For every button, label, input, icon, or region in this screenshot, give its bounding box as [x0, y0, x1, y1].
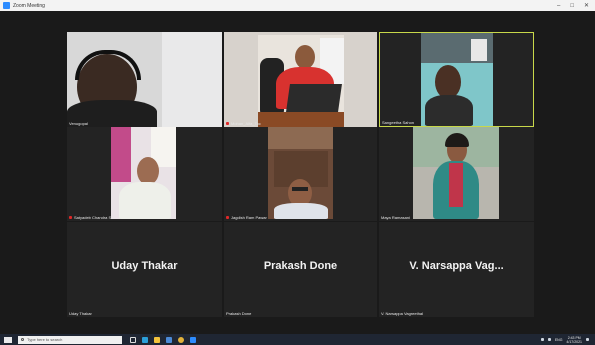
search-placeholder: Type here to search: [27, 337, 63, 342]
participant-video: [268, 127, 333, 219]
participant-name: V. Narsappa Vagreethal: [381, 311, 424, 316]
clock-time: 2:43 PM: [567, 335, 581, 340]
participant-video: [413, 127, 499, 219]
participant-name: Uday Thakar: [69, 311, 92, 316]
chrome-icon[interactable]: [178, 336, 184, 343]
muted-mic-icon: [226, 216, 229, 220]
participant-name: Maya Ramasani: [381, 215, 410, 220]
minimize-icon[interactable]: –: [557, 3, 560, 9]
window-title: Zoom Meeting: [13, 2, 45, 9]
windows-start-icon[interactable]: [4, 336, 12, 343]
system-tray: ENG 2:43 PM 4/17/2021: [540, 336, 589, 344]
participant-name: Prakash Done: [226, 311, 252, 316]
participant-tile[interactable]: Maya Ramasani: [379, 127, 534, 221]
participant-name: Jagdish Ram Pawar: [226, 215, 267, 220]
participant-name: Mohan_Alfa_Toc: [226, 121, 261, 126]
participant-tile[interactable]: V. Narsappa Vag... V. Narsappa Vagreetha…: [379, 222, 534, 317]
taskbar-search-box[interactable]: Type here to search: [18, 335, 122, 344]
muted-mic-icon: [226, 122, 229, 126]
maximize-icon[interactable]: □: [570, 3, 574, 9]
windows-taskbar: Type here to search ENG 2:43 PM 4/17/202…: [0, 334, 595, 345]
zoom-app-icon: [3, 2, 10, 9]
clock-date: 4/17/2021: [566, 339, 582, 344]
participant-display-name: Uday Thakar: [111, 260, 178, 272]
taskbar-clock[interactable]: 2:43 PM 4/17/2021: [566, 336, 582, 344]
edge-icon[interactable]: [142, 336, 148, 343]
participant-display-name: V. Narsappa Vag...: [409, 260, 504, 272]
participant-tile-active-speaker[interactable]: Sangeetha Sahon: [379, 32, 534, 127]
muted-mic-icon: [69, 216, 72, 220]
window-titlebar: Zoom Meeting – □ ✕: [0, 0, 595, 11]
search-icon: [21, 338, 24, 341]
meeting-gallery: Venugopal Mohan_Alfa_Toc Sangeetha Sahon: [0, 11, 595, 334]
volume-icon[interactable]: [547, 338, 551, 341]
zoom-taskbar-icon[interactable]: [190, 336, 196, 343]
file-explorer-icon[interactable]: [154, 336, 160, 343]
close-icon[interactable]: ✕: [584, 3, 589, 9]
participant-tile[interactable]: Uday Thakar Uday Thakar: [67, 222, 222, 317]
participant-tile[interactable]: Mohan_Alfa_Toc: [224, 32, 377, 127]
participant-tile[interactable]: Prakash Done Prakash Done: [224, 222, 377, 317]
participant-name: Sangeetha Sahon: [382, 120, 415, 125]
participant-name: Satyadeb Chandra Sa: [69, 215, 113, 220]
language-indicator[interactable]: ENG: [555, 338, 563, 342]
participant-video: [111, 127, 176, 219]
participant-tile[interactable]: Venugopal: [67, 32, 222, 127]
network-icon[interactable]: [540, 338, 544, 341]
participant-name: Venugopal: [69, 121, 88, 126]
participant-video: [224, 32, 377, 127]
participant-tile[interactable]: Satyadeb Chandra Sa: [67, 127, 222, 221]
task-view-icon[interactable]: [130, 336, 136, 343]
participant-video: [67, 32, 222, 127]
notification-icon[interactable]: [586, 338, 589, 341]
participant-display-name: Prakash Done: [263, 260, 338, 272]
participant-video: [421, 33, 493, 126]
participant-tile[interactable]: Jagdish Ram Pawar: [224, 127, 377, 221]
store-icon[interactable]: [166, 336, 172, 343]
